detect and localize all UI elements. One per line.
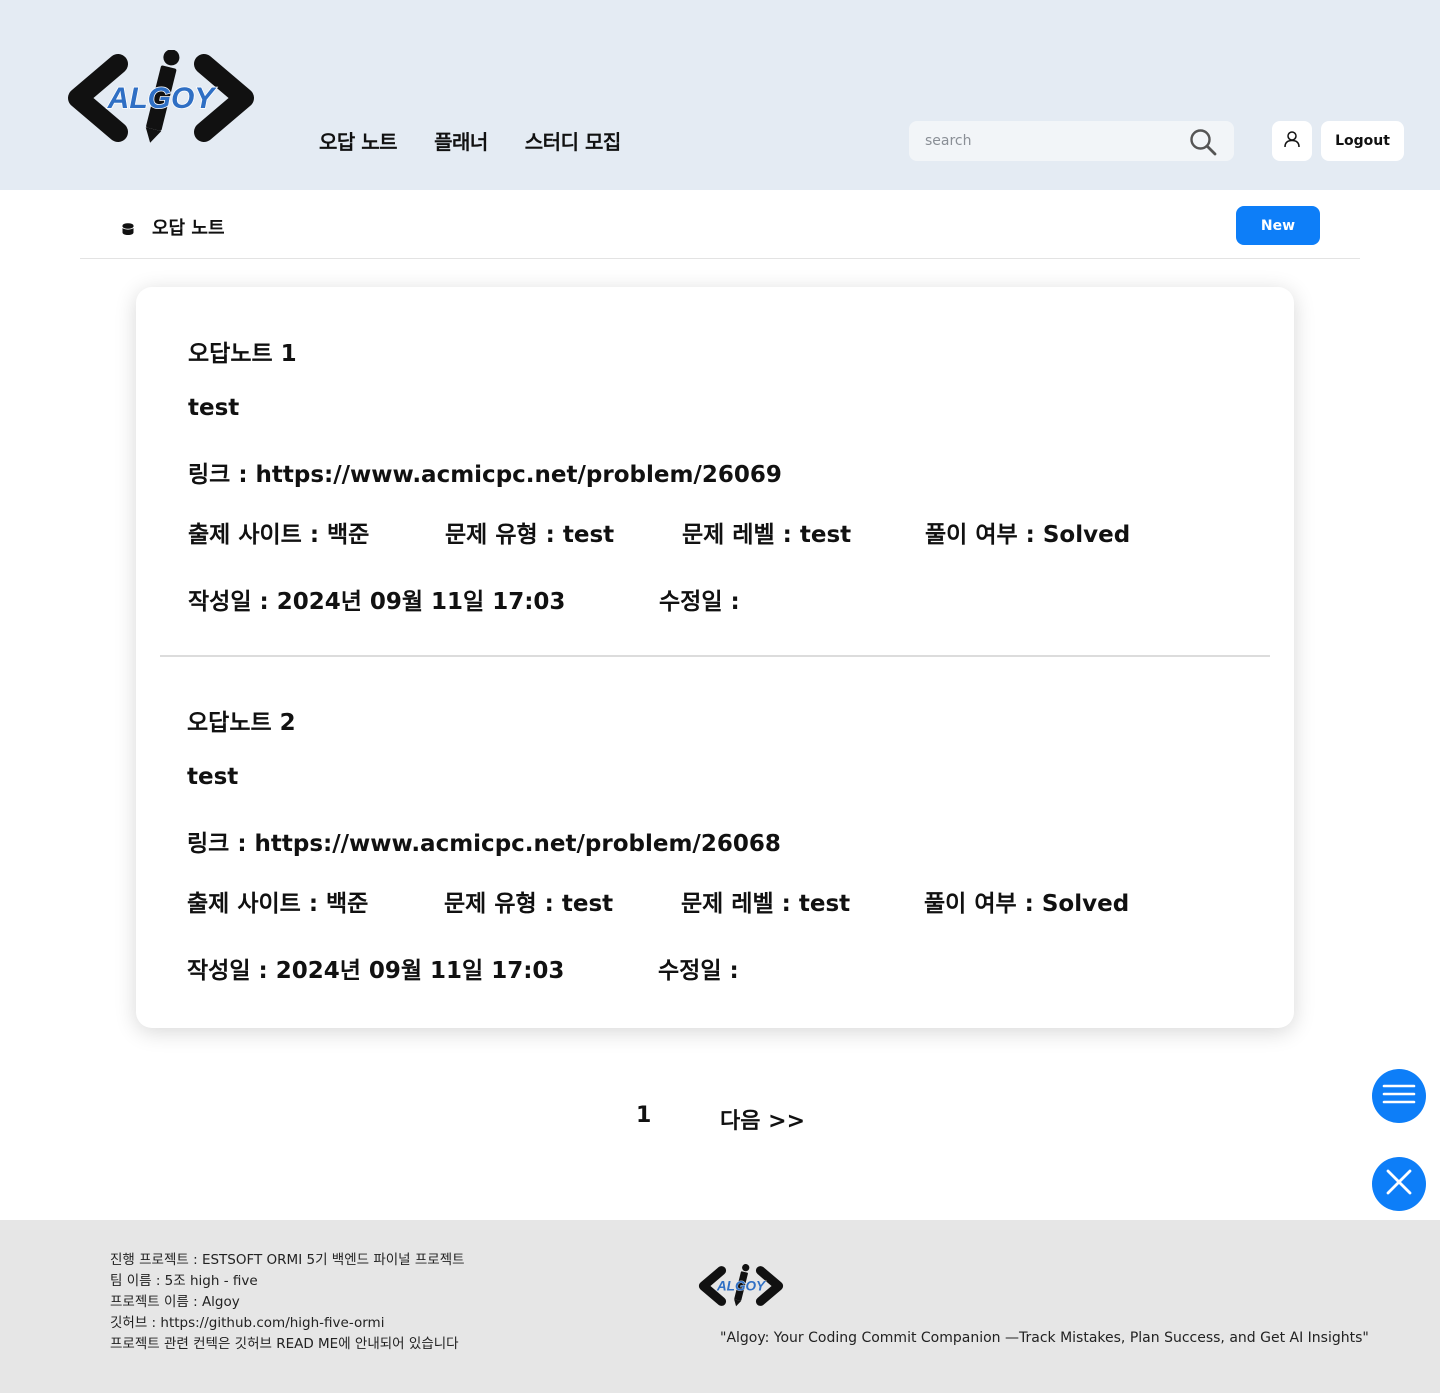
note-item[interactable]: 오답노트 2 test 링크 : https://www.acmicpc.net… (136, 656, 1294, 986)
note-link[interactable]: 링크 : https://www.acmicpc.net/problem/260… (187, 824, 781, 858)
close-icon (1385, 1168, 1413, 1200)
main-nav: 오답 노트 플래너 스터디 모집 (319, 126, 658, 155)
search-input[interactable] (925, 131, 1185, 151)
menu-icon (1382, 1082, 1416, 1110)
note-solved-status: 풀이 여부 : Solved (925, 522, 1131, 548)
footer-info: 진행 프로젝트 : ESTSOFT ORMI 5기 백엔드 파이널 프로젝트 팀… (110, 1250, 465, 1355)
page-number-current[interactable]: 1 (636, 1103, 651, 1128)
site-header: ALGOY 오답 노트 플래너 스터디 모집 Logout (0, 0, 1440, 190)
footer-github-link[interactable]: 깃허브 : https://github.com/high-five-ormi (110, 1313, 465, 1334)
note-item[interactable]: 오답노트 1 test 링크 : https://www.acmicpc.net… (136, 287, 1294, 617)
note-type: 문제 유형 : test (445, 522, 615, 548)
algoy-logo[interactable]: ALGOY (66, 49, 256, 146)
note-created-date: 작성일 : 2024년 09월 11일 17:03 (188, 589, 566, 615)
menu-fab-button[interactable] (1372, 1069, 1426, 1123)
nav-item-planner[interactable]: 플래너 (434, 126, 488, 155)
user-icon (1283, 130, 1301, 152)
pagination: 1 다음 >> (0, 1103, 1440, 1135)
nav-item-wrong-answer-notes[interactable]: 오답 노트 (319, 126, 398, 155)
note-created-date: 작성일 : 2024년 09월 11일 17:03 (187, 958, 565, 984)
footer-team: 팀 이름 : 5조 high - five (110, 1273, 258, 1289)
notes-card: 오답노트 1 test 링크 : https://www.acmicpc.net… (136, 287, 1294, 1028)
note-site: 출제 사이트 : 백준 (188, 522, 370, 548)
database-icon (122, 220, 134, 235)
footer-slogan: "Algoy: Your Coding Commit Companion —Tr… (720, 1330, 1369, 1346)
note-type: 문제 유형 : test (444, 891, 614, 917)
new-note-button[interactable]: New (1236, 206, 1320, 245)
search-icon[interactable] (1188, 127, 1218, 157)
note-site: 출제 사이트 : 백준 (187, 891, 369, 917)
note-level: 문제 레벨 : test (682, 522, 852, 548)
next-page-link[interactable]: 다음 >> (720, 1103, 805, 1135)
footer-project: 진행 프로젝트 : ESTSOFT ORMI 5기 백엔드 파이널 프로젝트 (110, 1252, 465, 1268)
footer-contact-note: 프로젝트 관련 컨텍은 깃허브 READ ME에 안내되어 있습니다 (110, 1336, 459, 1352)
logo-wordmark: ALGOY (107, 82, 218, 115)
footer-project-name: 프로젝트 이름 : Algoy (110, 1294, 240, 1310)
search-box (909, 121, 1234, 161)
note-title[interactable]: 오답노트 2 (187, 703, 296, 737)
footer-logo-wordmark: ALGOY (716, 1279, 767, 1294)
note-modified-date: 수정일 : (658, 958, 739, 984)
note-solved-status: 풀이 여부 : Solved (924, 891, 1130, 917)
note-subtitle: test (187, 764, 239, 790)
note-link[interactable]: 링크 : https://www.acmicpc.net/problem/260… (188, 455, 782, 489)
site-footer: 진행 프로젝트 : ESTSOFT ORMI 5기 백엔드 파이널 프로젝트 팀… (0, 1220, 1440, 1393)
logout-button[interactable]: Logout (1321, 121, 1404, 161)
footer-algoy-logo: ALGOY (698, 1264, 784, 1308)
note-modified-date: 수정일 : (659, 589, 740, 615)
user-profile-button[interactable] (1272, 121, 1312, 161)
note-title[interactable]: 오답노트 1 (188, 334, 297, 368)
close-fab-button[interactable] (1372, 1157, 1426, 1211)
note-subtitle: test (188, 395, 240, 421)
note-level: 문제 레벨 : test (681, 891, 851, 917)
nav-item-study-recruit[interactable]: 스터디 모집 (525, 126, 621, 155)
page-toolbar: 오답 노트 New (80, 190, 1360, 259)
page-title: 오답 노트 (152, 218, 225, 239)
